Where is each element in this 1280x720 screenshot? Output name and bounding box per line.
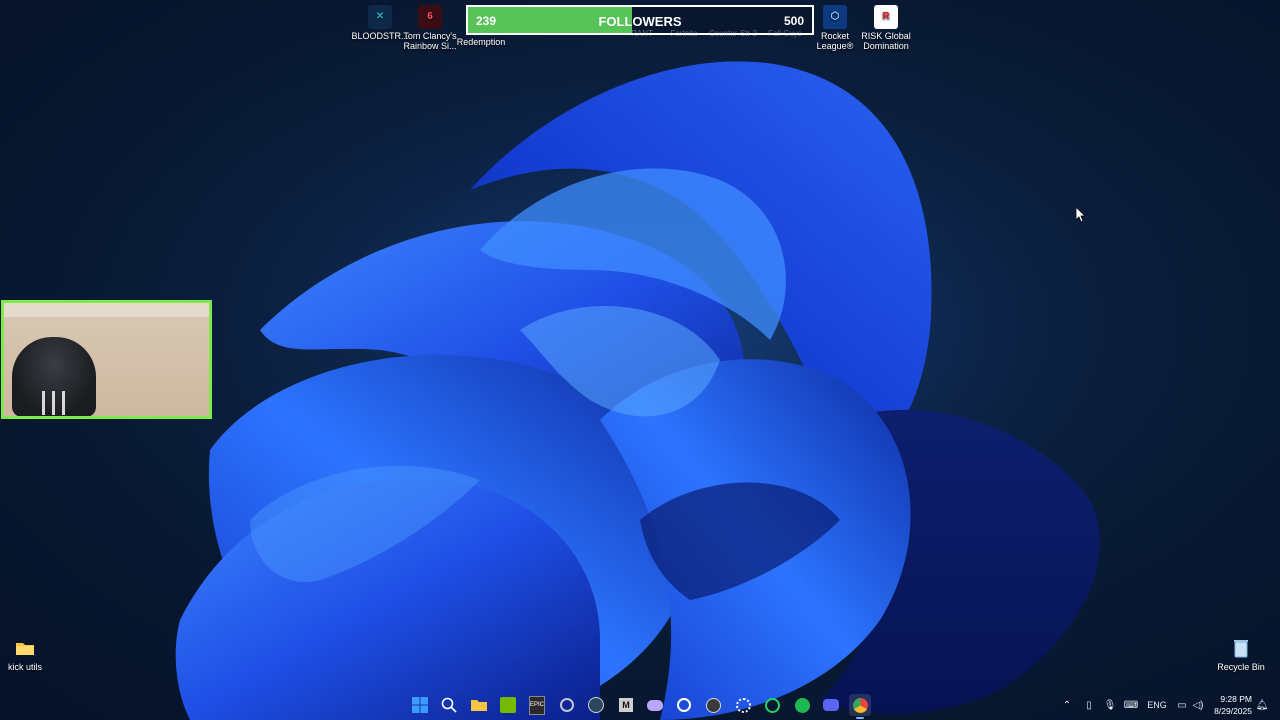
taskbar: EPIC M ⌃ ▯ 🎙︎ ⌨︎ ENG ▭ ◁) 9:28 PM 8/29/2… — [0, 690, 1280, 720]
desktop-icon-label-valorant[interactable]: RANT — [622, 29, 662, 38]
steam-icon — [588, 697, 604, 713]
taskbar-obs[interactable] — [702, 694, 724, 716]
folder-icon — [471, 700, 487, 711]
chrome-icon — [852, 697, 868, 713]
desktop-icon-label: Recycle Bin — [1217, 662, 1265, 672]
clock-date: 8/29/2025 — [1214, 706, 1252, 716]
webcam-top-strip — [4, 303, 209, 317]
notifications-bell-icon[interactable]: 🔔︎ — [1254, 697, 1270, 713]
taskbar-gamepad[interactable] — [644, 694, 666, 716]
nvidia-icon — [500, 697, 516, 713]
search-button[interactable] — [438, 694, 460, 716]
tray-clock[interactable]: 9:28 PM 8/29/2025 — [1214, 693, 1252, 717]
followers-goal-count: 500 — [783, 14, 804, 28]
taskbar-ubisoft[interactable] — [673, 694, 695, 716]
discord-icon — [823, 699, 839, 711]
taskbar-ea-app[interactable] — [556, 694, 578, 716]
desktop[interactable]: ✕ BLOODSTR... 6 Tom Clancy's Rainbow Si.… — [0, 0, 1280, 720]
whatsapp-icon — [764, 697, 780, 713]
tray-microphone-icon[interactable]: 🎙︎ — [1102, 697, 1118, 713]
webcam-overlay — [1, 300, 212, 419]
mouse-cursor-icon — [1076, 207, 1086, 223]
obs-icon — [705, 697, 721, 713]
clock-time: 9:28 PM — [1220, 694, 1252, 704]
tray-network-icon[interactable]: ▭ — [1174, 697, 1190, 713]
recycle-bin-icon — [1229, 636, 1253, 660]
active-app-indicator — [856, 717, 864, 719]
rocket-league-icon: ⬡ — [823, 5, 847, 29]
tray-language[interactable]: ENG — [1146, 697, 1168, 713]
windows-start-icon — [412, 697, 428, 713]
taskbar-chatgpt[interactable] — [732, 694, 754, 716]
taskbar-spotify[interactable] — [791, 694, 813, 716]
ubisoft-icon — [677, 698, 691, 712]
desktop-icon-kick-utils[interactable]: kick utils — [0, 636, 57, 672]
taskbar-file-explorer[interactable] — [468, 694, 490, 716]
spotify-icon — [794, 697, 810, 713]
chair-stripe — [62, 391, 65, 415]
tray-usb-icon[interactable]: ▯ — [1081, 697, 1097, 713]
desktop-icon-label: kick utils — [7, 662, 42, 672]
rainbow-six-icon: 6 — [418, 5, 442, 29]
bloodstrike-icon: ✕ — [368, 5, 392, 29]
taskbar-discord[interactable] — [820, 694, 842, 716]
game-launcher-icon: M — [619, 698, 633, 712]
desktop-icon-label: RISK Global Domination — [861, 31, 911, 51]
ea-app-icon — [560, 698, 574, 712]
desktop-icon-label-counter-strike[interactable]: Counter-Str 2 — [706, 29, 760, 38]
chair-stripe — [42, 391, 45, 415]
epic-games-icon: EPIC — [529, 695, 545, 715]
tray-volume-icon[interactable]: ◁) — [1190, 697, 1206, 713]
desktop-icon-recycle-bin[interactable]: Recycle Bin — [1209, 636, 1273, 672]
taskbar-epic-games[interactable]: EPIC — [526, 694, 548, 716]
desktop-icon-label-fortnite[interactable]: Fortnite — [662, 29, 706, 38]
search-icon — [441, 697, 457, 713]
taskbar-game-launcher[interactable]: M — [615, 694, 637, 716]
folder-icon — [13, 636, 37, 660]
followers-title: FOLLOWERS — [598, 14, 682, 29]
taskbar-steam[interactable] — [585, 694, 607, 716]
taskbar-whatsapp[interactable] — [761, 694, 783, 716]
gamepad-icon — [647, 699, 663, 711]
desktop-icon-label: Redemption — [456, 37, 506, 47]
chatgpt-icon — [735, 697, 751, 713]
chevron-up-icon: ⌃ — [1062, 699, 1072, 711]
risk-icon: R — [874, 5, 898, 29]
chair-stripe — [52, 391, 55, 415]
tray-overflow-button[interactable]: ⌃ — [1059, 697, 1075, 713]
taskbar-nvidia[interactable] — [497, 694, 519, 716]
start-button[interactable] — [409, 694, 431, 716]
taskbar-chrome[interactable] — [849, 694, 871, 716]
desktop-icon-risk[interactable]: R RISK Global Domination — [854, 5, 918, 51]
tray-keyboard-icon[interactable]: ⌨︎ — [1123, 697, 1139, 713]
